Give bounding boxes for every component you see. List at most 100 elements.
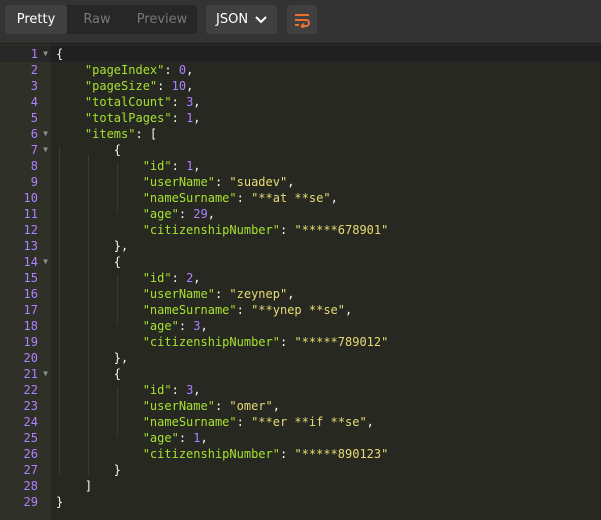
line-number-gutter: 1 ▼ 2 3 4 5 6 ▼ 7 ▼ 8 9 10 11 12 13 14 ▼ 15 16 17 18 19 20 21 ▼ 22… xyxy=(0,44,51,520)
gutter-row: 3 xyxy=(0,78,51,94)
code-line[interactable]: "age": 3, xyxy=(56,318,208,334)
line-number: 9 xyxy=(30,175,38,189)
code-line[interactable]: } xyxy=(56,494,63,510)
response-body-editor[interactable]: 1 ▼ 2 3 4 5 6 ▼ 7 ▼ 8 9 10 11 12 13 14 ▼ 15 16 17 18 19 20 21 ▼ 22… xyxy=(0,44,601,520)
code-line[interactable]: "nameSurname": "**ynep **se", xyxy=(56,302,353,318)
gutter-row: 23 xyxy=(0,398,51,414)
gutter-row: 9 xyxy=(0,174,51,190)
code-line[interactable]: "totalPages": 1, xyxy=(56,110,201,126)
line-number: 18 xyxy=(23,319,38,333)
gutter-row: 20 xyxy=(0,350,51,366)
gutter-row: 24 xyxy=(0,414,51,430)
line-number: 5 xyxy=(30,111,38,125)
gutter-row: 14 ▼ xyxy=(0,254,51,270)
code-line[interactable]: "pageSize": 10, xyxy=(56,78,193,94)
code-line[interactable]: { xyxy=(56,366,121,382)
line-number: 7 xyxy=(30,143,38,157)
line-number: 11 xyxy=(23,207,38,221)
code-line[interactable]: "userName": "suadev", xyxy=(56,174,295,190)
line-number: 23 xyxy=(23,399,38,413)
response-toolbar: Pretty Raw Preview JSON xyxy=(0,0,601,44)
gutter-row: 5 xyxy=(0,110,51,126)
line-number: 2 xyxy=(30,63,38,77)
line-number: 13 xyxy=(23,239,38,253)
line-number: 24 xyxy=(23,415,38,429)
code-line[interactable]: "totalCount": 3, xyxy=(56,94,201,110)
gutter-row: 17 xyxy=(0,302,51,318)
line-number: 4 xyxy=(30,95,38,109)
code-line[interactable]: }, xyxy=(56,238,128,254)
format-dropdown-label: JSON xyxy=(216,12,249,27)
gutter-row: 29 xyxy=(0,494,51,510)
line-number: 16 xyxy=(23,287,38,301)
code-line[interactable]: ] xyxy=(56,478,92,494)
line-number: 1 xyxy=(30,47,38,61)
gutter-row: 18 xyxy=(0,318,51,334)
tab-preview[interactable]: Preview xyxy=(127,5,197,34)
code-line[interactable]: { xyxy=(56,254,121,270)
code-line[interactable]: "id": 3, xyxy=(56,382,201,398)
gutter-row: 8 xyxy=(0,158,51,174)
line-number: 25 xyxy=(23,431,38,445)
fold-toggle-icon[interactable]: ▼ xyxy=(43,126,48,142)
gutter-row: 7 ▼ xyxy=(0,142,51,158)
code-line[interactable]: "pageIndex": 0, xyxy=(56,62,193,78)
line-number: 10 xyxy=(23,191,38,205)
line-number: 17 xyxy=(23,303,38,317)
fold-toggle-icon[interactable]: ▼ xyxy=(43,142,48,158)
code-line[interactable]: "age": 1, xyxy=(56,430,208,446)
line-number: 12 xyxy=(23,223,38,237)
code-line[interactable]: { xyxy=(56,142,121,158)
code-line[interactable]: "id": 1, xyxy=(56,158,201,174)
fold-toggle-icon[interactable]: ▼ xyxy=(43,254,48,270)
gutter-row: 26 xyxy=(0,446,51,462)
line-number: 3 xyxy=(30,79,38,93)
fold-toggle-icon[interactable]: ▼ xyxy=(43,366,48,382)
code-line[interactable]: { xyxy=(51,46,601,62)
gutter-row: 21 ▼ xyxy=(0,366,51,382)
tab-raw[interactable]: Raw xyxy=(67,5,127,34)
gutter-row: 10 xyxy=(0,190,51,206)
line-number: 22 xyxy=(23,383,38,397)
code-line[interactable]: "citizenshipNumber": "*****890123" xyxy=(56,446,389,462)
gutter-row: 1 ▼ xyxy=(0,46,51,62)
line-number: 14 xyxy=(23,255,38,269)
code-line[interactable]: "nameSurname": "**at **se", xyxy=(56,190,338,206)
chevron-down-icon xyxy=(255,5,267,34)
code-line[interactable]: "userName": "zeynep", xyxy=(56,286,295,302)
code-line[interactable]: }, xyxy=(56,350,128,366)
line-number: 21 xyxy=(23,367,38,381)
gutter-row: 22 xyxy=(0,382,51,398)
gutter-row: 28 xyxy=(0,478,51,494)
fold-toggle-icon[interactable]: ▼ xyxy=(43,46,48,62)
code-line[interactable]: "citizenshipNumber": "*****678901" xyxy=(56,222,389,238)
line-number: 27 xyxy=(23,463,38,477)
tab-pretty[interactable]: Pretty xyxy=(5,5,67,34)
gutter-row: 12 xyxy=(0,222,51,238)
code-line[interactable]: } xyxy=(56,462,121,478)
code-line[interactable]: "age": 29, xyxy=(56,206,215,222)
wrap-lines-button[interactable] xyxy=(287,5,317,34)
gutter-row: 13 xyxy=(0,238,51,254)
gutter-row: 15 xyxy=(0,270,51,286)
gutter-row: 2 xyxy=(0,62,51,78)
view-mode-segmented-control: Pretty Raw Preview xyxy=(5,5,197,34)
gutter-row: 25 xyxy=(0,430,51,446)
code-line[interactable]: "items": [ xyxy=(56,126,157,142)
code-line[interactable]: "citizenshipNumber": "*****789012" xyxy=(56,334,389,350)
gutter-row: 16 xyxy=(0,286,51,302)
line-number: 6 xyxy=(30,127,38,141)
line-number: 28 xyxy=(23,479,38,493)
line-number: 26 xyxy=(23,447,38,461)
code-line[interactable]: "id": 2, xyxy=(56,270,201,286)
line-number: 8 xyxy=(30,159,38,173)
code-area[interactable]: { "pageIndex": 0, "pageSize": 10, "total… xyxy=(51,44,601,520)
code-line[interactable]: "userName": "omer", xyxy=(56,398,280,414)
code-line[interactable]: "nameSurname": "**er **if **se", xyxy=(56,414,374,430)
line-number: 29 xyxy=(23,495,38,509)
format-dropdown[interactable]: JSON xyxy=(206,5,277,34)
gutter-row: 6 ▼ xyxy=(0,126,51,142)
line-number: 20 xyxy=(23,351,38,365)
gutter-row: 4 xyxy=(0,94,51,110)
line-number: 15 xyxy=(23,271,38,285)
